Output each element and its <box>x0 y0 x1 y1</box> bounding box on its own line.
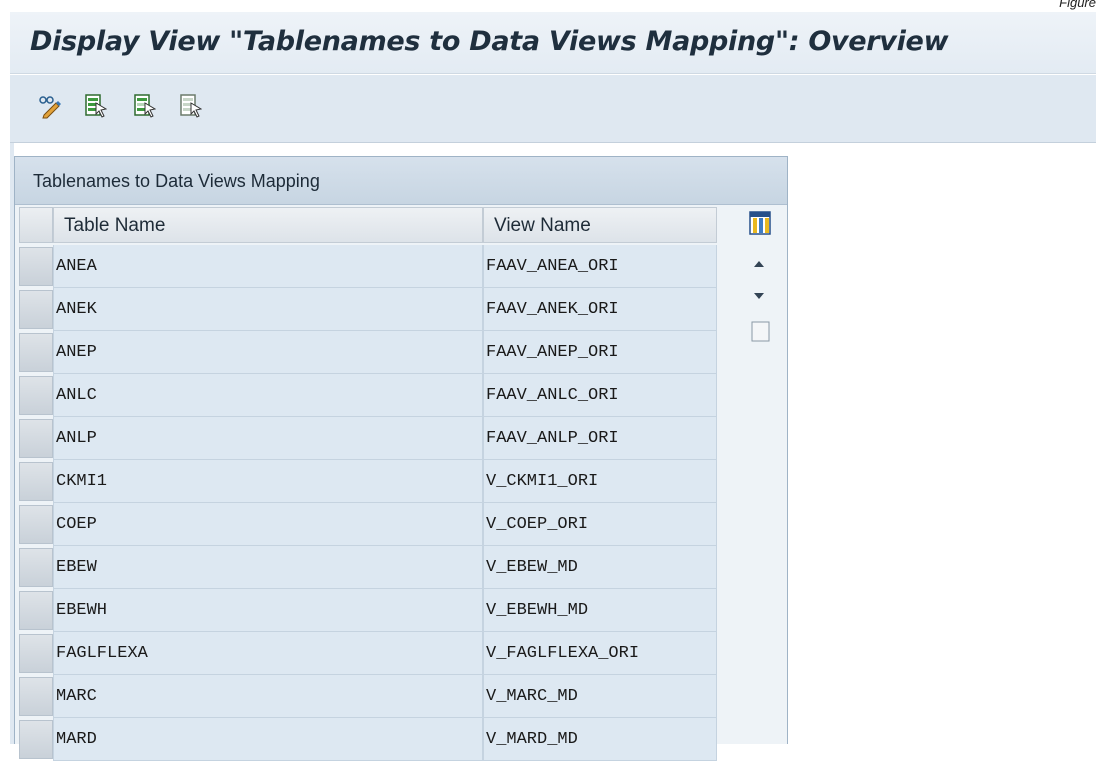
table-name-cell[interactable]: CKMI1 <box>53 460 483 503</box>
table-row[interactable]: ANEA FAAV_ANEA_ORI <box>15 245 717 288</box>
scrollbar-thumb[interactable] <box>751 321 771 343</box>
table-settings-icon[interactable] <box>749 211 771 235</box>
view-name-cell[interactable]: V_EBEW_MD <box>483 546 717 589</box>
table-row[interactable]: EBEWH V_EBEWH_MD <box>15 589 717 632</box>
row-selector[interactable] <box>19 677 53 716</box>
view-name-cell[interactable]: V_COEP_ORI <box>483 503 717 546</box>
column-header-row: Table Name View Name <box>15 205 787 245</box>
row-selector[interactable] <box>19 591 53 630</box>
row-selector[interactable] <box>19 333 53 372</box>
table-name-cell[interactable]: ANEP <box>53 331 483 374</box>
row-selector[interactable] <box>19 462 53 501</box>
table-name-cell[interactable]: ANLP <box>53 417 483 460</box>
title-bar: Display View "Tablenames to Data Views M… <box>10 12 1096 74</box>
view-name-cell[interactable]: FAAV_ANLC_ORI <box>483 374 717 417</box>
view-name-cell[interactable]: FAAV_ANEP_ORI <box>483 331 717 374</box>
table-row[interactable]: MARC V_MARC_MD <box>15 675 717 718</box>
table-row[interactable]: EBEW V_EBEW_MD <box>15 546 717 589</box>
table-row[interactable]: ANEK FAAV_ANEK_ORI <box>15 288 717 331</box>
view-name-cell[interactable]: V_MARD_MD <box>483 718 717 761</box>
table-name-cell[interactable]: MARD <box>53 718 483 761</box>
row-selector[interactable] <box>19 505 53 544</box>
table-name-cell[interactable]: MARC <box>53 675 483 718</box>
change-display-icon[interactable] <box>38 93 61 119</box>
table-row[interactable]: ANEP FAAV_ANEP_ORI <box>15 331 717 374</box>
table-name-cell[interactable]: EBEW <box>53 546 483 589</box>
table-row[interactable]: ANLP FAAV_ANLP_ORI <box>15 417 717 460</box>
table-name-cell[interactable]: EBEWH <box>53 589 483 632</box>
column-header-view-name[interactable]: View Name <box>483 207 717 243</box>
table-row[interactable]: COEP V_COEP_ORI <box>15 503 717 546</box>
column-header-table-name[interactable]: Table Name <box>53 207 483 243</box>
row-selector[interactable] <box>19 290 53 329</box>
view-name-cell[interactable]: V_EBEWH_MD <box>483 589 717 632</box>
toolbar <box>10 75 1096 143</box>
scroll-down-icon[interactable] <box>751 289 767 303</box>
figure-label: Figure <box>1059 0 1096 10</box>
table-name-cell[interactable]: FAGLFLEXA <box>53 632 483 675</box>
view-name-cell[interactable]: FAAV_ANLP_ORI <box>483 417 717 460</box>
table-panel-header: Tablenames to Data Views Mapping <box>15 157 787 205</box>
deselect-all-icon[interactable] <box>180 93 203 119</box>
view-name-cell[interactable]: FAAV_ANEK_ORI <box>483 288 717 331</box>
view-name-cell[interactable]: V_MARC_MD <box>483 675 717 718</box>
row-selector[interactable] <box>19 247 53 286</box>
table-row[interactable]: CKMI1 V_CKMI1_ORI <box>15 460 717 503</box>
table-row[interactable]: ANLC FAAV_ANLC_ORI <box>15 374 717 417</box>
row-selector[interactable] <box>19 419 53 458</box>
scroll-up-icon[interactable] <box>751 257 767 271</box>
select-all-icon[interactable] <box>85 93 108 119</box>
select-block-icon[interactable] <box>134 93 157 119</box>
view-name-cell[interactable]: V_CKMI1_ORI <box>483 460 717 503</box>
table-row[interactable]: MARD V_MARD_MD <box>15 718 717 761</box>
view-name-cell[interactable]: V_FAGLFLEXA_ORI <box>483 632 717 675</box>
row-selector[interactable] <box>19 548 53 587</box>
table-name-cell[interactable]: ANLC <box>53 374 483 417</box>
page-title: Display View "Tablenames to Data Views M… <box>30 26 949 57</box>
table-row[interactable]: FAGLFLEXA V_FAGLFLEXA_ORI <box>15 632 717 675</box>
row-selector[interactable] <box>19 720 53 759</box>
table-name-cell[interactable]: ANEA <box>53 245 483 288</box>
row-selector[interactable] <box>19 634 53 673</box>
view-name-cell[interactable]: FAAV_ANEA_ORI <box>483 245 717 288</box>
table-name-cell[interactable]: ANEK <box>53 288 483 331</box>
table-name-cell[interactable]: COEP <box>53 503 483 546</box>
row-selector[interactable] <box>19 376 53 415</box>
table-title: Tablenames to Data Views Mapping <box>33 171 320 191</box>
table-panel: Tablenames to Data Views Mapping Table N… <box>14 156 788 761</box>
select-all-rows-cell[interactable] <box>19 207 53 243</box>
